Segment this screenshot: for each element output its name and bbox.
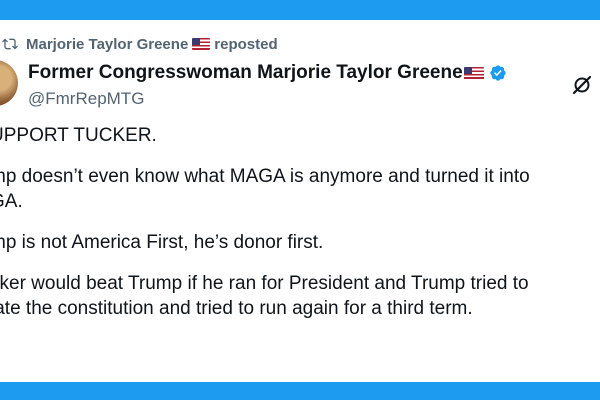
grok-icon[interactable] [570, 73, 594, 97]
repost-icon [2, 38, 18, 50]
post-text: UPPORT TUCKER. mp doesn’t even know what… [0, 123, 600, 337]
post-paragraph: mp doesn’t even know what MAGA is anymor… [0, 166, 530, 212]
author-display-name[interactable]: Former Congresswoman Marjorie Taylor Gre… [28, 62, 463, 84]
author-name-row[interactable]: Former Congresswoman Marjorie Taylor Gre… [28, 62, 507, 84]
post-card[interactable]: Marjorie Taylor Greene reposted Former Co… [0, 20, 600, 382]
post-paragraph: UPPORT TUCKER. [0, 125, 157, 146]
post-header: Former Congresswoman Marjorie Taylor Gre… [0, 58, 600, 122]
us-flag-icon [463, 66, 484, 80]
author-handle[interactable]: @FmrRepMTG [28, 89, 144, 109]
post-paragraph: mp is not America First, he’s donor firs… [0, 232, 324, 253]
repost-label: reposted [214, 35, 278, 53]
us-flag-icon [192, 37, 211, 50]
verified-badge-icon[interactable] [489, 64, 507, 82]
repost-indicator[interactable]: Marjorie Taylor Greene reposted [0, 34, 278, 54]
post-paragraph: cker would beat Trump if he ran for Pres… [0, 273, 529, 319]
avatar[interactable] [0, 60, 18, 106]
repost-user-name[interactable]: Marjorie Taylor Greene [26, 36, 188, 53]
